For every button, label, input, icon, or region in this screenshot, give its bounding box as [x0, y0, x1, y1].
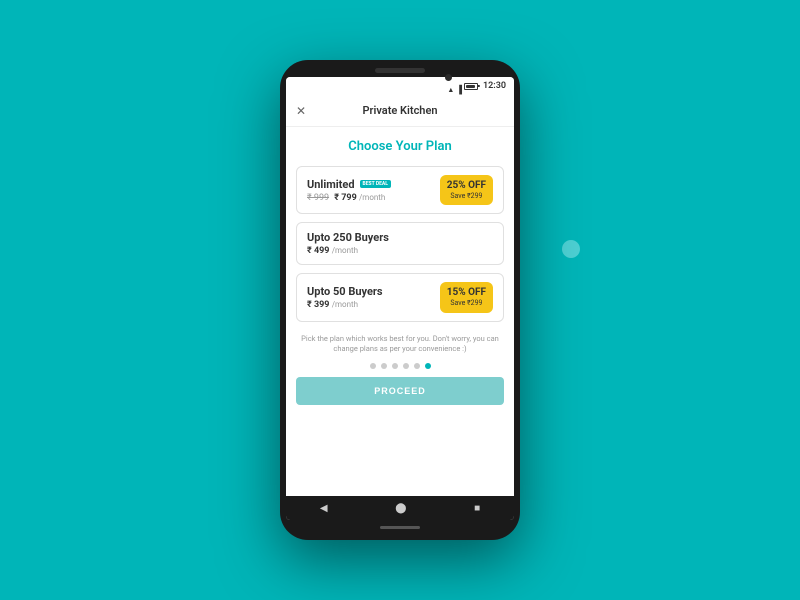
battery-icon [464, 83, 478, 90]
bottom-nav: ◀ ⬤ ■ [286, 496, 514, 520]
price-period: /month [359, 193, 385, 202]
price-current-2: ₹ 499 [307, 246, 329, 256]
phone-camera [445, 74, 452, 81]
progress-dots [370, 363, 431, 369]
phone-speaker [375, 68, 425, 73]
dot-6-active [425, 363, 431, 369]
dot-3 [392, 363, 398, 369]
plan-info-upto250: Upto 250 Buyers ₹ 499 /month [307, 231, 493, 256]
plan-title-row-3: Upto 50 Buyers [307, 285, 440, 298]
phone-device: 12:30 ✕ Private Kitchen Choose Your Plan… [280, 60, 520, 540]
price-current-3: ₹ 399 [307, 300, 329, 310]
status-time: 12:30 [483, 81, 506, 91]
app-header: ✕ Private Kitchen [286, 95, 514, 127]
plan-card-upto250[interactable]: Upto 250 Buyers ₹ 499 /month [296, 222, 504, 265]
plan-name-upto50: Upto 50 Buyers [307, 285, 383, 298]
price-period-3: /month [332, 300, 358, 309]
app-content: Choose Your Plan Unlimited BEST DEAL ₹ 9… [286, 127, 514, 496]
price-period-2: /month [332, 246, 358, 255]
dot-2 [381, 363, 387, 369]
plan-name-unlimited: Unlimited [307, 178, 355, 191]
footnote-text: Pick the plan which works best for you. … [296, 334, 504, 355]
dot-4 [403, 363, 409, 369]
discount-badge-upto50: 15% OFF Save ₹299 [440, 282, 493, 312]
plan-card-upto50[interactable]: Upto 50 Buyers ₹ 399 /month 15% OFF Save… [296, 273, 504, 321]
discount-badge-unlimited: 25% OFF Save ₹299 [440, 175, 493, 205]
price-current: ₹ 799 [334, 193, 356, 203]
status-icons: 12:30 [447, 77, 506, 96]
proceed-button[interactable]: PROCEED [296, 377, 504, 405]
section-title: Choose Your Plan [348, 139, 451, 154]
decorative-circle [562, 240, 580, 258]
plan-price-upto250: ₹ 499 /month [307, 246, 493, 256]
app-title: Private Kitchen [362, 104, 437, 117]
phone-screen: 12:30 ✕ Private Kitchen Choose Your Plan… [286, 77, 514, 520]
dot-1 [370, 363, 376, 369]
plan-info-upto50: Upto 50 Buyers ₹ 399 /month [307, 285, 440, 310]
plan-price-upto50: ₹ 399 /month [307, 300, 440, 310]
discount-percent: 25% OFF [447, 180, 486, 192]
best-deal-badge: BEST DEAL [360, 180, 391, 188]
back-button[interactable]: ◀ [320, 503, 328, 514]
plan-title-row: Unlimited BEST DEAL [307, 178, 440, 191]
close-button[interactable]: ✕ [296, 105, 306, 117]
discount-save: Save ₹299 [447, 192, 486, 200]
home-indicator [380, 526, 420, 529]
phone-bottom [380, 520, 420, 534]
phone-shell: 12:30 ✕ Private Kitchen Choose Your Plan… [280, 60, 520, 540]
status-bar: 12:30 [286, 77, 514, 95]
home-button[interactable]: ⬤ [395, 503, 406, 514]
plan-price-unlimited: ₹ 999 ₹ 799 /month [307, 193, 440, 203]
recent-button[interactable]: ■ [474, 503, 480, 514]
plan-name-upto250: Upto 250 Buyers [307, 231, 389, 244]
plan-title-row-2: Upto 250 Buyers [307, 231, 493, 244]
discount-percent-3: 15% OFF [447, 287, 486, 299]
plan-info-unlimited: Unlimited BEST DEAL ₹ 999 ₹ 799 /month [307, 178, 440, 203]
signal-icon [456, 77, 462, 96]
dot-5 [414, 363, 420, 369]
plan-card-unlimited[interactable]: Unlimited BEST DEAL ₹ 999 ₹ 799 /month 2… [296, 166, 504, 214]
discount-save-3: Save ₹299 [447, 299, 486, 307]
price-original: ₹ 999 [307, 193, 329, 203]
